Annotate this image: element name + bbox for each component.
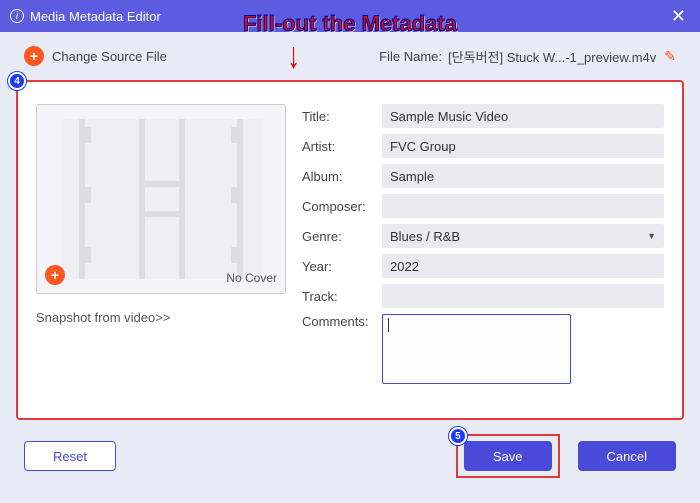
genre-label: Genre: (302, 229, 382, 244)
add-source-icon[interactable]: + (24, 46, 44, 66)
cover-preview[interactable]: + No Cover (36, 104, 286, 294)
change-source-link[interactable]: Change Source File (52, 49, 167, 64)
reset-button[interactable]: Reset (24, 441, 116, 471)
info-icon: i (10, 9, 24, 23)
album-field[interactable] (382, 164, 664, 188)
title-field[interactable] (382, 104, 664, 128)
callout-badge-5: 5 (449, 427, 467, 445)
close-icon[interactable]: ✕ (667, 6, 690, 27)
filename-label: File Name: (379, 49, 442, 64)
film-placeholder-icon (61, 119, 261, 279)
metadata-panel: 4 + No Cover Snapshot from video>> (16, 80, 684, 420)
button-bar: Reset 5 Save Cancel (0, 430, 700, 492)
save-highlight: 5 Save (456, 434, 560, 478)
track-field[interactable] (382, 284, 664, 308)
titlebar: i Media Metadata Editor ✕ (0, 0, 700, 32)
genre-select[interactable] (382, 224, 664, 248)
metadata-form: Title: Artist: Album: Composer: Genre: Y… (302, 104, 664, 400)
track-label: Track: (302, 289, 382, 304)
composer-label: Composer: (302, 199, 382, 214)
comments-field[interactable] (382, 314, 571, 384)
year-label: Year: (302, 259, 382, 274)
save-button[interactable]: Save (464, 441, 552, 471)
add-cover-icon[interactable]: + (45, 265, 65, 285)
callout-badge-4: 4 (8, 72, 26, 90)
cancel-button[interactable]: Cancel (578, 441, 676, 471)
toolbar: + Change Source File File Name: [단독버전] S… (0, 32, 700, 80)
edit-filename-icon[interactable]: ✎ (664, 48, 676, 65)
composer-field[interactable] (382, 194, 664, 218)
album-label: Album: (302, 169, 382, 184)
no-cover-label: No Cover (226, 271, 277, 285)
text-cursor-icon (388, 318, 389, 332)
snapshot-link[interactable]: Snapshot from video>> (36, 310, 286, 325)
artist-label: Artist: (302, 139, 382, 154)
window-title: Media Metadata Editor (30, 9, 161, 24)
comments-label: Comments: (302, 314, 382, 329)
cover-column: + No Cover Snapshot from video>> (36, 104, 286, 400)
year-field[interactable] (382, 254, 664, 278)
filename-value: [단독버전] Stuck W...-1_preview.m4v (448, 47, 656, 66)
artist-field[interactable] (382, 134, 664, 158)
title-label: Title: (302, 109, 382, 124)
